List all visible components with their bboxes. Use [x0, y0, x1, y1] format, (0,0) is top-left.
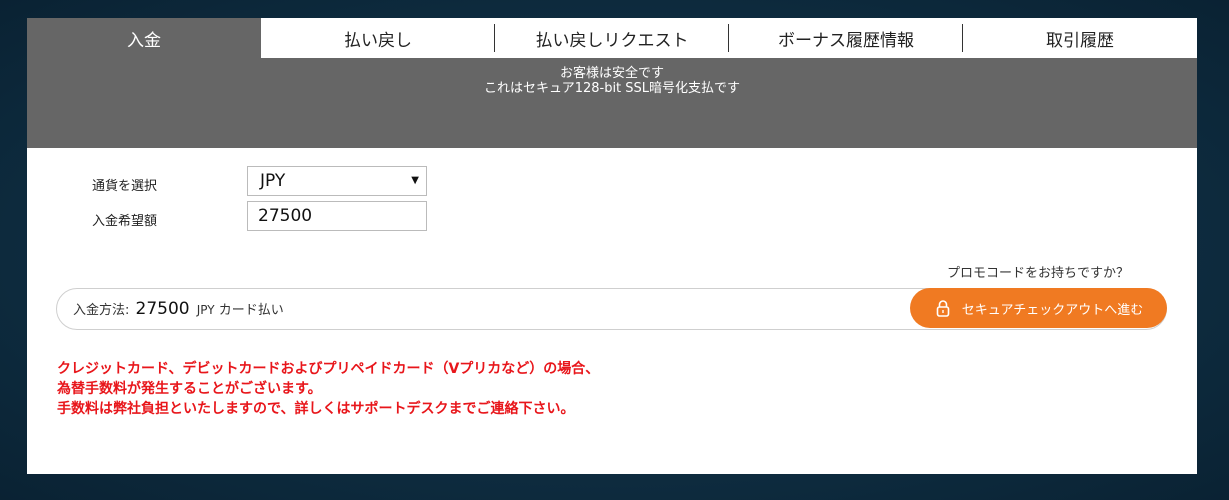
tab-label: 払い戻し	[344, 30, 412, 51]
payment-prefix: 入金方法:	[73, 303, 130, 318]
fee-notice: クレジットカード、デビットカードおよびプリペイドカード（Vプリカなど）の場合、 …	[57, 359, 599, 419]
amount-input[interactable]: 27500	[247, 201, 427, 231]
fee-notice-line: 為替手数料が発生することがございます。	[57, 381, 322, 397]
secure-checkout-button[interactable]: セキュアチェックアウトへ進む	[910, 288, 1167, 328]
currency-label: 通貨を選択	[92, 179, 158, 194]
tab-label: 入金	[127, 31, 161, 51]
tab-label: 取引履歴	[1046, 30, 1114, 51]
tab-withdraw-request[interactable]: 払い戻しリクエスト	[495, 18, 729, 58]
tab-transaction-history[interactable]: 取引履歴	[963, 18, 1197, 58]
security-banner-line1: お客様は安全です	[559, 66, 664, 81]
payment-summary: 入金方法: 27500 JPY カード払い	[73, 289, 284, 331]
payment-method: カード払い	[218, 303, 284, 318]
tab-withdraw[interactable]: 払い戻し	[261, 18, 495, 58]
tab-label: ボーナス履歴情報	[778, 30, 914, 51]
deposit-panel: 入金 払い戻し 払い戻しリクエスト ボーナス履歴情報 取引履歴 お客様は安全です…	[27, 18, 1197, 474]
currency-select[interactable]: JPY ▼	[247, 166, 427, 196]
page-background: 入金 払い戻し 払い戻しリクエスト ボーナス履歴情報 取引履歴 お客様は安全です…	[0, 0, 1229, 500]
tab-deposit[interactable]: 入金	[27, 18, 261, 58]
payment-amount: 27500	[135, 299, 190, 319]
security-banner-line2: これはセキュア128-bit SSL暗号化支払です	[483, 81, 741, 96]
payment-currency: JPY	[196, 303, 215, 317]
lock-icon	[936, 300, 950, 317]
tab-bonus-history[interactable]: ボーナス履歴情報	[729, 18, 963, 58]
dropdown-arrow-icon: ▼	[411, 175, 419, 186]
tab-label: 払い戻しリクエスト	[535, 30, 689, 51]
amount-label: 入金希望額	[92, 214, 158, 229]
secure-checkout-label: セキュアチェックアウトへ進む	[961, 302, 1144, 318]
currency-select-value: JPY	[260, 171, 286, 191]
fee-notice-line: 手数料は弊社負担といたしますので、詳しくはサポートデスクまでご連絡下さい。	[57, 401, 575, 417]
security-banner: お客様は安全です これはセキュア128-bit SSL暗号化支払です	[27, 58, 1197, 148]
tab-bar: 入金 払い戻し 払い戻しリクエスト ボーナス履歴情報 取引履歴	[27, 18, 1197, 58]
fee-notice-line: クレジットカード、デビットカードおよびプリペイドカード（Vプリカなど）の場合、	[57, 361, 600, 377]
promo-code-link[interactable]: プロモコードをお持ちですか？	[947, 262, 1129, 281]
